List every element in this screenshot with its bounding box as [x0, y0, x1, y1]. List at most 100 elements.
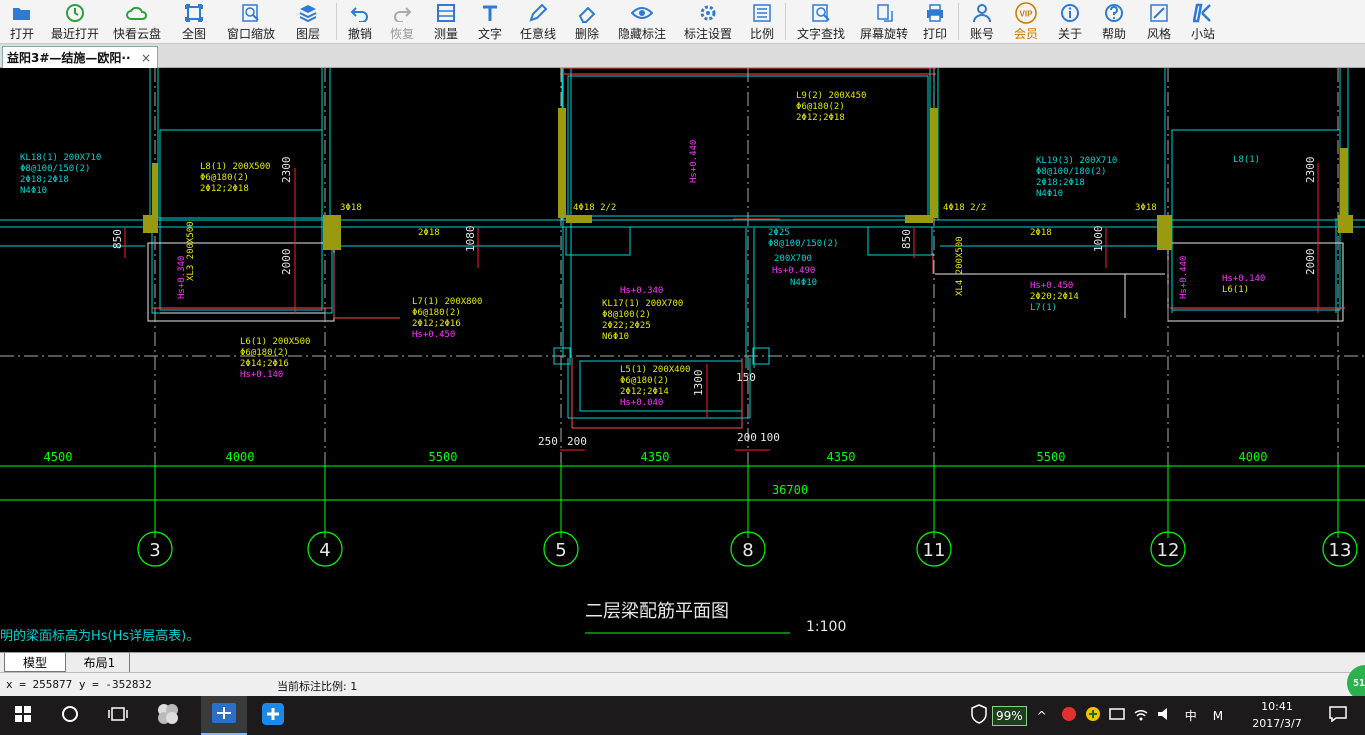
toolbar-separator: [785, 3, 786, 40]
dimension-text: 1000: [1092, 226, 1105, 253]
beam-label: Φ8@100(2): [602, 310, 651, 320]
ime-language[interactable]: 中: [1185, 707, 1197, 724]
volume-icon[interactable]: [1157, 707, 1173, 724]
notification-button[interactable]: [1315, 696, 1361, 735]
beam-label: 2Φ12;2Φ14: [620, 387, 669, 397]
pinwheel-app-button[interactable]: [145, 696, 191, 735]
penguin-icon[interactable]: [1061, 706, 1077, 725]
rebar-label: 2Φ18: [1030, 228, 1052, 238]
beam-label: 2Φ12;2Φ18: [796, 113, 845, 123]
beam-label: L8(1) 200X500: [200, 162, 270, 172]
hide-annotation-button[interactable]: 隐藏标注: [609, 0, 675, 43]
beam-label: 200X700: [774, 254, 812, 264]
beam-label: 2Φ20;2Φ14: [1030, 292, 1079, 302]
dimension-text: 2000: [280, 249, 293, 276]
undo-button[interactable]: 撤销: [339, 0, 381, 43]
elevation-label: Hs+0.340: [620, 286, 663, 296]
document-tab[interactable]: 益阳3#—结施—欧阳·· ×: [2, 46, 158, 68]
dimension-text: 200: [567, 435, 587, 448]
annotation-settings-button[interactable]: 标注设置: [675, 0, 741, 43]
search-button[interactable]: [47, 696, 93, 735]
dimension-text: 200: [737, 431, 757, 444]
delete-button[interactable]: 删除: [565, 0, 609, 43]
elevation-label: Hs+0.490: [772, 266, 815, 276]
elevation-label: Hs+0.440: [1179, 256, 1189, 299]
cad-drawing: 3 4 5 8 11 12 13 4500 4000 5500 4350 435…: [0, 68, 1365, 644]
elevation-label: Hs+0.340: [177, 256, 187, 299]
zoom-window-button[interactable]: 窗口缩放: [220, 0, 282, 43]
total-dimension: 36700: [772, 483, 808, 497]
beam-label: 2Φ22;2Φ25: [602, 321, 651, 331]
account-button[interactable]: 账号: [961, 0, 1003, 43]
bay-dimension: 4000: [1239, 450, 1268, 464]
measure-button[interactable]: 测量: [423, 0, 469, 43]
open-button[interactable]: 打开: [0, 0, 44, 43]
redo-button[interactable]: 恢复: [381, 0, 423, 43]
text-button[interactable]: 文字: [469, 0, 511, 43]
help-icon: [1103, 2, 1125, 24]
dimension-text: 250: [538, 435, 558, 448]
plus-app-icon[interactable]: [1085, 706, 1101, 725]
zoom-extents-button[interactable]: 全图: [168, 0, 220, 43]
toolbar-separator: [958, 3, 959, 40]
vip-button[interactable]: VIP 会员: [1003, 0, 1049, 43]
axis-label: 4: [319, 540, 330, 561]
drawing-canvas[interactable]: 3 4 5 8 11 12 13 4500 4000 5500 4350 435…: [0, 68, 1365, 652]
beam-label: L7(1) 200X800: [412, 297, 482, 307]
beam-label: 2Φ12;2Φ16: [412, 319, 461, 329]
help-button[interactable]: 帮助: [1091, 0, 1137, 43]
task-view-icon: [108, 706, 128, 726]
about-button[interactable]: 关于: [1049, 0, 1091, 43]
clock[interactable]: 10:41 2017/3/7: [1244, 698, 1310, 732]
rotate-screen-button[interactable]: 屏幕旋转: [854, 0, 914, 43]
beam-label: Φ6@180(2): [200, 173, 249, 183]
start-button[interactable]: [0, 696, 46, 735]
text-search-button[interactable]: 文字查找: [788, 0, 854, 43]
bay-dimension: 5500: [1037, 450, 1066, 464]
cloud-icon: [126, 2, 148, 24]
model-tab[interactable]: 模型: [4, 653, 66, 672]
pinwheel-icon: [156, 702, 180, 730]
layout1-tab[interactable]: 布局1: [70, 653, 130, 672]
cloud-drive-button[interactable]: 快看云盘: [106, 0, 168, 43]
windows-logo-icon: [15, 705, 31, 726]
plan-dimensions: 850 1080 2000 2300 850 1000 2000 2300 13…: [111, 157, 1317, 449]
dimension-text: 850: [900, 229, 913, 249]
ime-mode[interactable]: M: [1213, 709, 1223, 723]
beam-label: 2Φ18;2Φ18: [1036, 178, 1085, 188]
printer-icon: [924, 2, 946, 24]
device-icon[interactable]: [1108, 707, 1125, 724]
wifi-icon[interactable]: [1133, 707, 1149, 724]
dimension-text: 150: [736, 371, 756, 384]
rebar-label: 4Φ18 2/2: [573, 203, 616, 213]
axis-label: 5: [555, 540, 566, 561]
battery-indicator[interactable]: 99%: [992, 705, 1027, 726]
zoom-extents-icon: [183, 2, 205, 24]
beam-label: 2Φ18;2Φ18: [20, 175, 69, 185]
recent-button[interactable]: 最近打开: [44, 0, 106, 43]
status-bar: x = 255877 y = -352832 当前标注比例: 1 51: [0, 665, 1365, 701]
dimension-text: 2300: [280, 157, 293, 184]
remote-app-button[interactable]: [250, 696, 296, 735]
freeline-button[interactable]: 任意线: [511, 0, 565, 43]
layout-tab-bar: 模型 布局1: [0, 652, 1365, 672]
style-button[interactable]: 风格: [1137, 0, 1181, 43]
cad-app-button[interactable]: [201, 696, 247, 735]
redo-icon: [391, 2, 413, 24]
axis-labels: 3 4 5 8 11 12 13: [149, 540, 1351, 561]
layers-button[interactable]: 图层: [282, 0, 334, 43]
security-shield-icon[interactable]: [970, 704, 988, 727]
scale-button[interactable]: 比例: [741, 0, 783, 43]
beam-label: Φ6@180(2): [240, 348, 289, 358]
print-button[interactable]: 打印: [914, 0, 956, 43]
folder-open-icon: [11, 2, 33, 24]
rebar-label: 2Φ18: [418, 228, 440, 238]
beam-label: L7(1): [1030, 303, 1057, 313]
chevron-up-icon[interactable]: ^: [1037, 709, 1047, 723]
task-view-button[interactable]: [95, 696, 141, 735]
bay-dimension: 4000: [226, 450, 255, 464]
beam-label: XL3 200X500: [186, 221, 196, 281]
close-tab-icon[interactable]: ×: [141, 51, 151, 65]
station-button[interactable]: 小站: [1181, 0, 1225, 43]
user-icon: [971, 2, 993, 24]
